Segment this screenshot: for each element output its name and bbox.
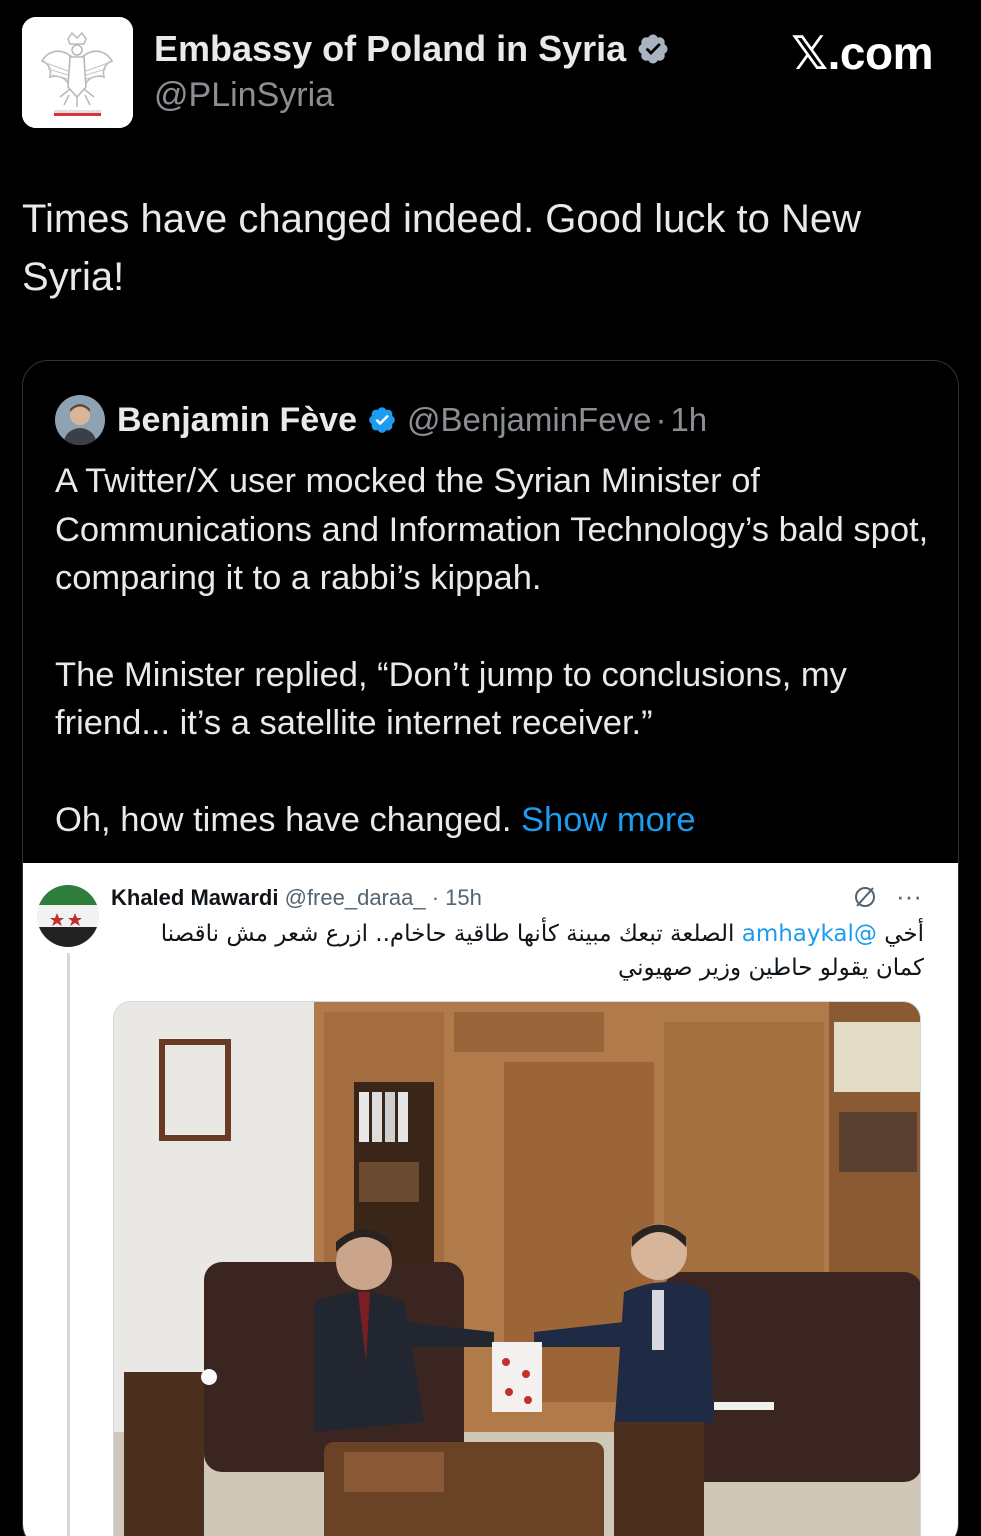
slash-circle-icon [855, 886, 876, 907]
embedded-mention: @amhaykal [741, 921, 877, 947]
embedded-tweet-header: Khaled Mawardi @free_daraa_ · 15h [111, 885, 482, 911]
show-more-link[interactable]: Show more [521, 801, 696, 839]
time-separator: · [431, 885, 440, 910]
time-separator: · [655, 401, 667, 438]
thread-line [67, 953, 70, 1536]
quoted-paragraph: The Minister replied, “Don’t jump to con… [55, 655, 847, 743]
embedded-author-avatar [37, 885, 99, 947]
embassy-avatar[interactable] [22, 17, 133, 128]
verified-badge-icon [367, 405, 397, 435]
quoted-paragraph: A Twitter/X user mocked the Syrian Minis… [55, 462, 929, 597]
x-com-brand: 𝕏.com [791, 27, 933, 79]
embedded-meeting-photo [113, 1001, 921, 1536]
verified-badge-icon [638, 34, 668, 64]
quoted-author-avatar[interactable] [55, 395, 105, 445]
quoted-author-name[interactable]: Benjamin Fève [117, 401, 357, 440]
post-header: Embassy of Poland in Syria @PLinSyria 𝕏.… [0, 0, 981, 150]
ellipsis-icon: ··· [896, 881, 922, 911]
account-display-name[interactable]: Embassy of Poland in Syria [154, 28, 670, 70]
quoted-tweet-card[interactable]: Benjamin Fève @BenjaminFeve · 1h A Twitt… [22, 360, 959, 1536]
tweet-text: Times have changed indeed. Good luck to … [22, 197, 862, 299]
quoted-author-handle[interactable]: @BenjaminFeve [407, 401, 651, 439]
embedded-tweet-time: 15h [445, 885, 482, 910]
embedded-author-name: Khaled Mawardi [111, 885, 279, 910]
quoted-tweet-time[interactable]: 1h [670, 401, 707, 439]
quoted-tweet-body: A Twitter/X user mocked the Syrian Minis… [55, 457, 935, 844]
polish-eagle-icon [22, 17, 133, 128]
account-handle[interactable]: @PLinSyria [154, 76, 334, 115]
embedded-author-handle: @free_daraa_ [284, 885, 426, 910]
quoted-paragraph-last: Oh, how times have changed. Show more [55, 800, 696, 839]
embedded-tweet-screenshot[interactable]: Khaled Mawardi @free_daraa_ · 15h ··· أخ… [23, 863, 958, 1536]
embedded-tweet-text: أخي @amhaykal الصلعة تبعك مبينة كأنها طا… [160, 921, 924, 981]
embedded-tweet-actions: ··· [852, 881, 922, 912]
quoted-tweet-header: Benjamin Fève @BenjaminFeve · 1h [55, 395, 707, 445]
